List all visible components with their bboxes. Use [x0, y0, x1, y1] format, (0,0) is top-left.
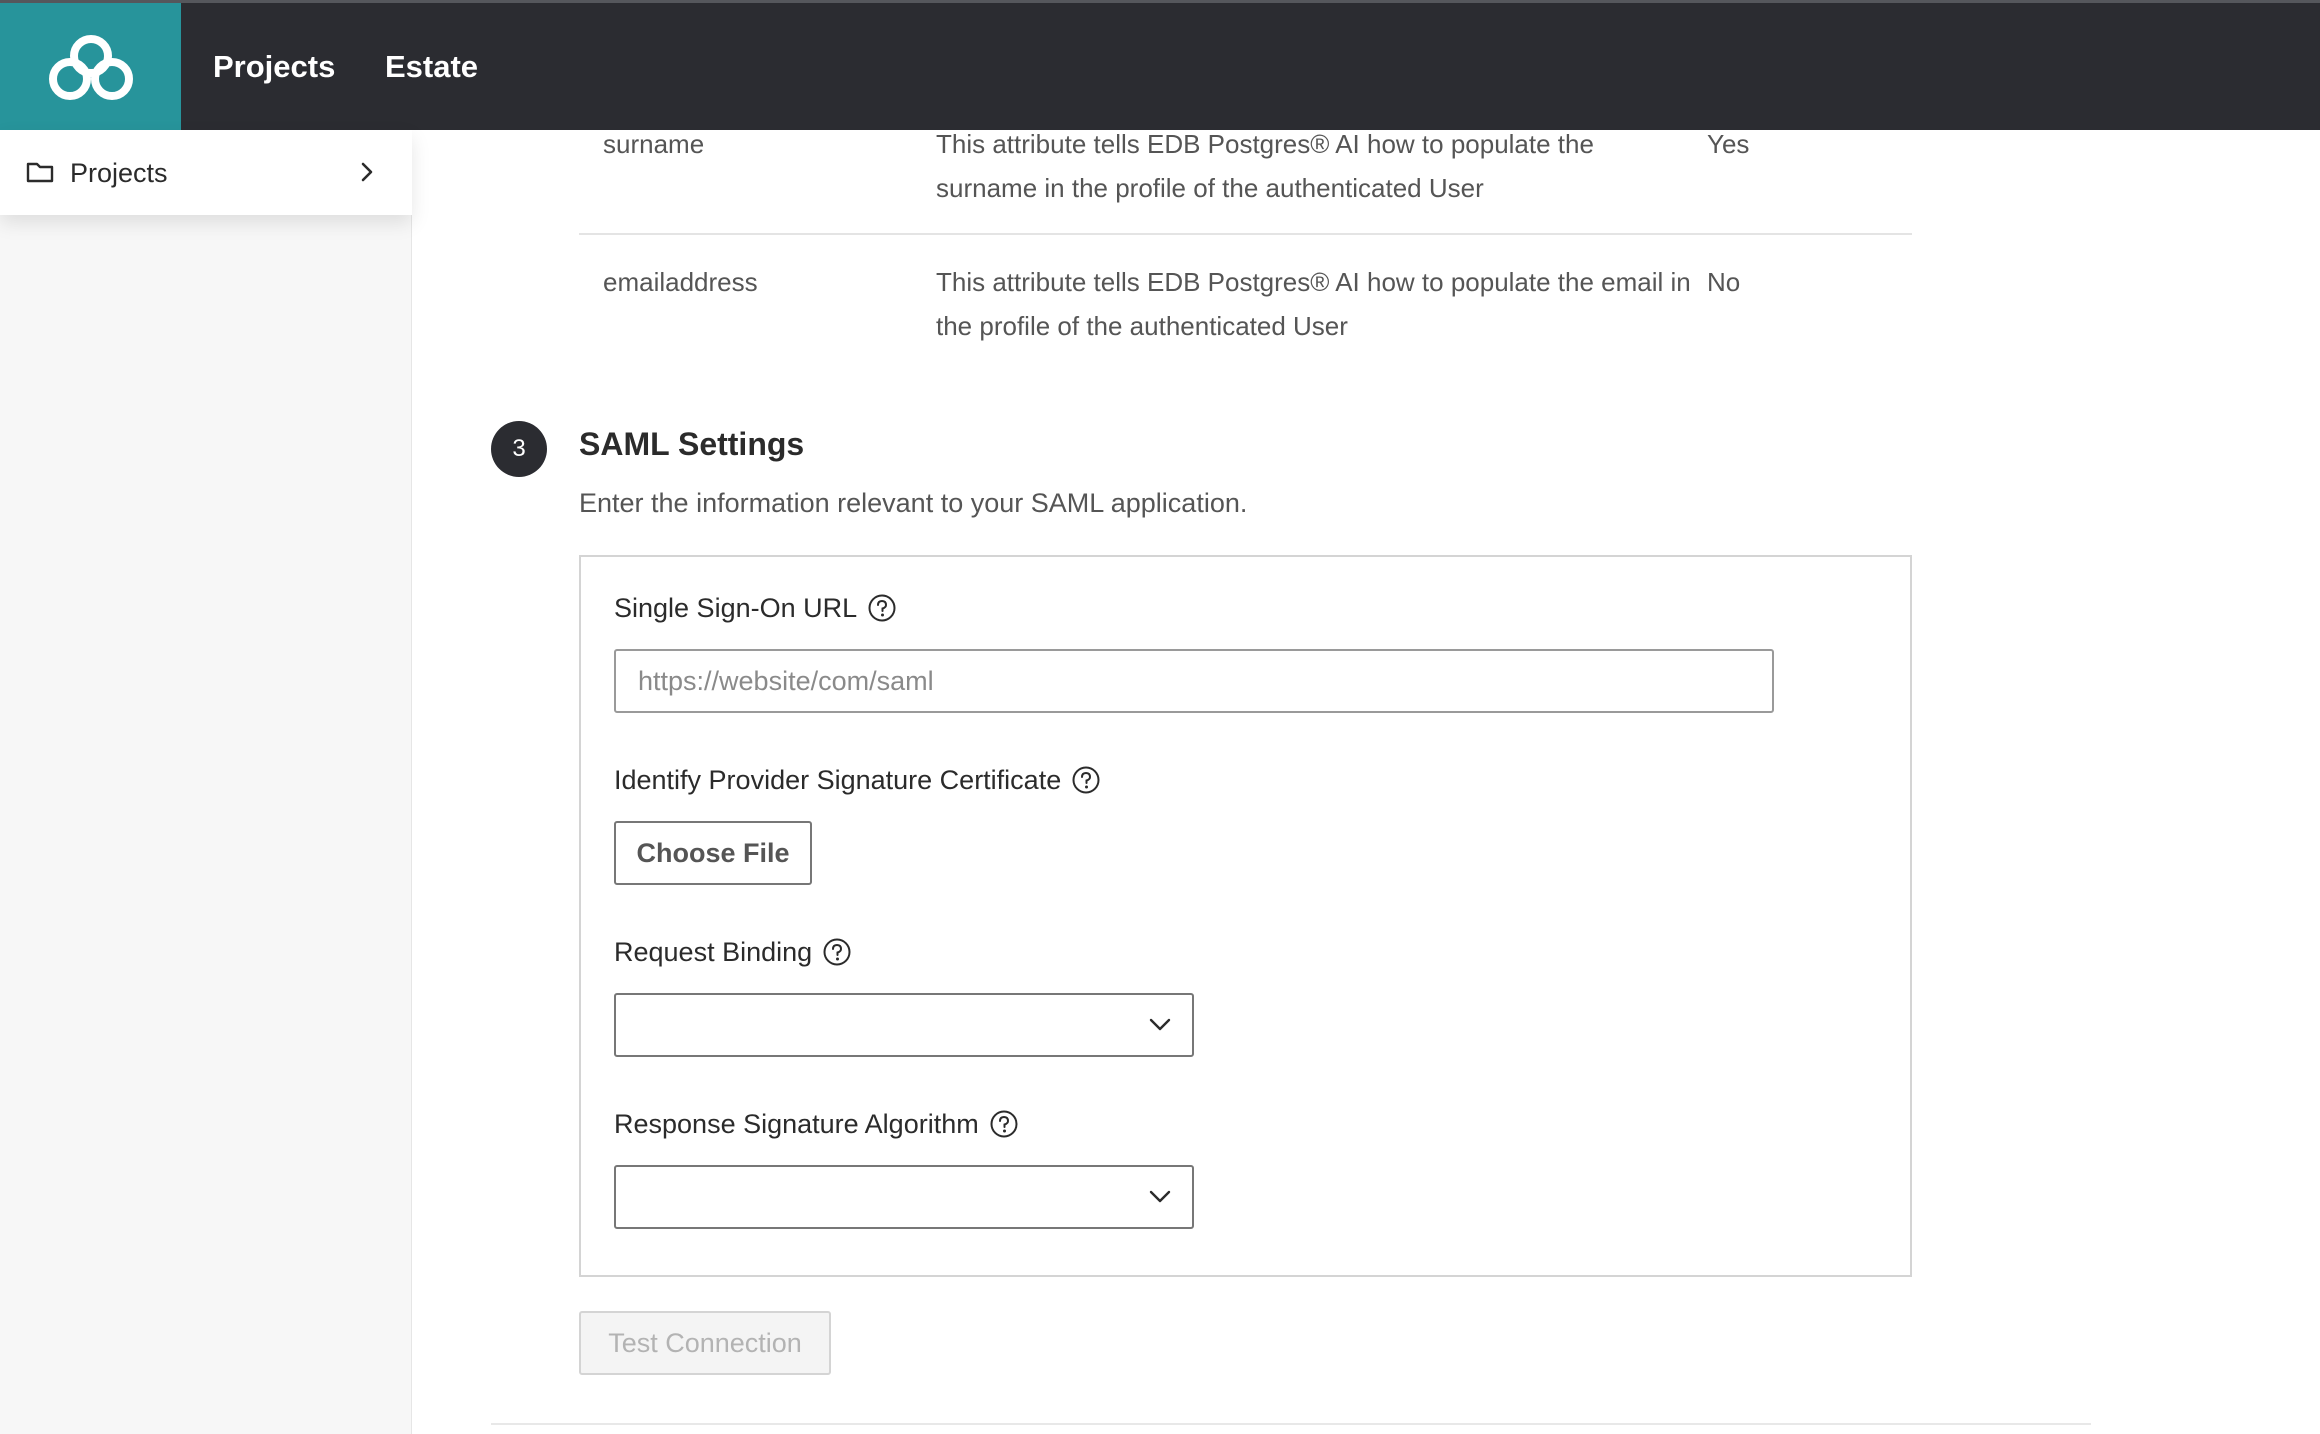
test-connection-button[interactable]: Test Connection: [579, 1311, 831, 1375]
request-binding-label-text: Request Binding: [614, 937, 813, 967]
response-algorithm-label: Response Signature Algorithm: [614, 1106, 1019, 1142]
sidebar: Projects: [0, 130, 412, 1434]
chevron-down-icon: [1149, 1018, 1171, 1031]
request-binding-select[interactable]: [614, 993, 1194, 1057]
certificate-label: Identify Provider Signature Certificate: [614, 762, 1101, 798]
nav-estate[interactable]: Estate: [385, 47, 478, 87]
main-content: surname This attribute tells EDB Postgre…: [412, 129, 2320, 1434]
choose-file-button[interactable]: Choose File: [614, 821, 812, 885]
certificate-label-text: Identify Provider Signature Certificate: [614, 765, 1062, 795]
help-circle-icon[interactable]: [989, 1109, 1019, 1139]
app-logo[interactable]: [0, 3, 181, 133]
attribute-name: surname: [603, 129, 705, 159]
attribute-required: No: [1707, 267, 1741, 297]
section-divider: [491, 1423, 2091, 1425]
sso-url-label: Single Sign-On URL: [614, 590, 897, 626]
row-divider: [579, 233, 1912, 235]
help-circle-icon[interactable]: [1071, 765, 1101, 795]
attribute-description: This attribute tells EDB Postgres® AI ho…: [936, 267, 1691, 341]
chevron-right-icon: [361, 162, 373, 182]
sidebar-item-label: Projects: [70, 158, 168, 188]
attribute-description: This attribute tells EDB Postgres® AI ho…: [936, 129, 1594, 203]
saml-settings-form: Single Sign-On URL Identify Provider Sig…: [579, 555, 1912, 1277]
help-circle-icon[interactable]: [822, 937, 852, 967]
sidebar-item-projects[interactable]: Projects: [0, 130, 412, 215]
sso-url-input[interactable]: [614, 649, 1774, 713]
nav-projects[interactable]: Projects: [213, 47, 335, 87]
step-number-badge: 3: [491, 421, 547, 477]
edb-cloud-logo-icon: [48, 35, 133, 100]
attribute-required: Yes: [1707, 129, 1750, 159]
top-navigation-bar: Projects Estate: [0, 0, 2320, 133]
request-binding-label: Request Binding: [614, 934, 852, 970]
help-circle-icon[interactable]: [867, 593, 897, 623]
response-algorithm-label-text: Response Signature Algorithm: [614, 1109, 979, 1139]
attribute-name: emailaddress: [603, 267, 758, 297]
response-algorithm-select[interactable]: [614, 1165, 1194, 1229]
attribute-row: emailaddress This attribute tells EDB Po…: [579, 260, 1912, 370]
section-title: SAML Settings: [579, 426, 805, 462]
sso-url-label-text: Single Sign-On URL: [614, 593, 858, 623]
attribute-row: surname This attribute tells EDB Postgre…: [579, 122, 1912, 232]
chevron-down-icon: [1149, 1190, 1171, 1203]
section-subtitle: Enter the information relevant to your S…: [579, 488, 1248, 518]
folder-icon: [26, 162, 54, 183]
